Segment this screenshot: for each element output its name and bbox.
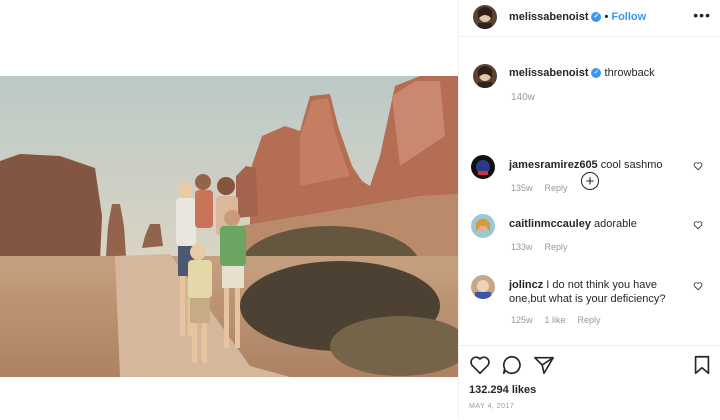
comment-meta: 135w Reply bbox=[511, 183, 580, 193]
avatar[interactable] bbox=[473, 5, 497, 29]
caption-text: throwback bbox=[604, 67, 655, 79]
heart-icon[interactable] bbox=[693, 161, 703, 171]
comment-time[interactable]: 125w bbox=[511, 315, 533, 325]
avatar[interactable] bbox=[471, 155, 495, 179]
comment-text-row: jolincz I do not think you have one,but … bbox=[509, 278, 681, 306]
comment-item: caitlinmccauley adorable 133w Reply bbox=[459, 214, 720, 264]
comment-like-count[interactable]: 1 like bbox=[545, 315, 566, 325]
heart-icon[interactable] bbox=[469, 354, 491, 376]
follow-button[interactable]: Follow bbox=[611, 11, 646, 23]
comment-meta: 133w Reply bbox=[511, 242, 580, 252]
post-date[interactable]: MAY 4, 2017 bbox=[469, 403, 514, 410]
post-header: melissabenoist ✓ • Follow ••• bbox=[459, 0, 720, 37]
comment-icon[interactable] bbox=[501, 354, 523, 376]
action-bar: 132.294 likes MAY 4, 2017 bbox=[459, 345, 720, 420]
comment-time[interactable]: 133w bbox=[511, 242, 533, 252]
caption-timestamp[interactable]: 140w bbox=[511, 92, 535, 103]
comment-username[interactable]: jamesramirez605 bbox=[509, 159, 598, 171]
avatar[interactable] bbox=[471, 214, 495, 238]
caption-username[interactable]: melissabenoist bbox=[509, 67, 588, 79]
verified-badge-icon: ✓ bbox=[591, 68, 602, 79]
right-pane: melissabenoist ✓ • Follow ••• melissabenois… bbox=[458, 0, 720, 419]
comment-username[interactable]: caitlinmccauley bbox=[509, 218, 591, 230]
reply-button[interactable]: Reply bbox=[545, 242, 568, 252]
reply-button[interactable]: Reply bbox=[578, 315, 601, 325]
comment-meta: 125w 1 like Reply bbox=[511, 315, 613, 325]
post-photo[interactable] bbox=[0, 76, 458, 377]
verified-badge-icon: ✓ bbox=[591, 12, 602, 23]
share-icon[interactable] bbox=[533, 354, 555, 376]
avatar[interactable] bbox=[471, 275, 495, 299]
avatar[interactable] bbox=[473, 64, 497, 88]
comment-item: jolincz I do not think you have one,but … bbox=[459, 275, 720, 335]
caption-text-row: melissabenoist ✓ throwback bbox=[509, 67, 709, 79]
heart-icon[interactable] bbox=[693, 281, 703, 291]
comment-time[interactable]: 135w bbox=[511, 183, 533, 193]
header-username-row: melissabenoist ✓ • Follow bbox=[509, 11, 646, 23]
comment-text-row: jamesramirez605 cool sashmo bbox=[509, 158, 681, 172]
left-pane bbox=[0, 0, 458, 419]
heart-icon[interactable] bbox=[693, 220, 703, 230]
more-options-button[interactable]: ••• bbox=[693, 7, 711, 23]
reply-button[interactable]: Reply bbox=[545, 183, 568, 193]
likes-count[interactable]: 132.294 likes bbox=[469, 384, 536, 396]
separator-dot: • bbox=[604, 11, 609, 23]
comment-text: cool sashmo bbox=[600, 159, 663, 171]
comment-username[interactable]: jolincz bbox=[509, 279, 543, 291]
comment-text-row: caitlinmccauley adorable bbox=[509, 217, 681, 231]
username-link[interactable]: melissabenoist bbox=[509, 11, 588, 23]
comment-text: adorable bbox=[594, 218, 637, 230]
bookmark-icon[interactable] bbox=[691, 354, 713, 376]
comment-item: jamesramirez605 cool sashmo 135w Reply bbox=[459, 155, 720, 205]
